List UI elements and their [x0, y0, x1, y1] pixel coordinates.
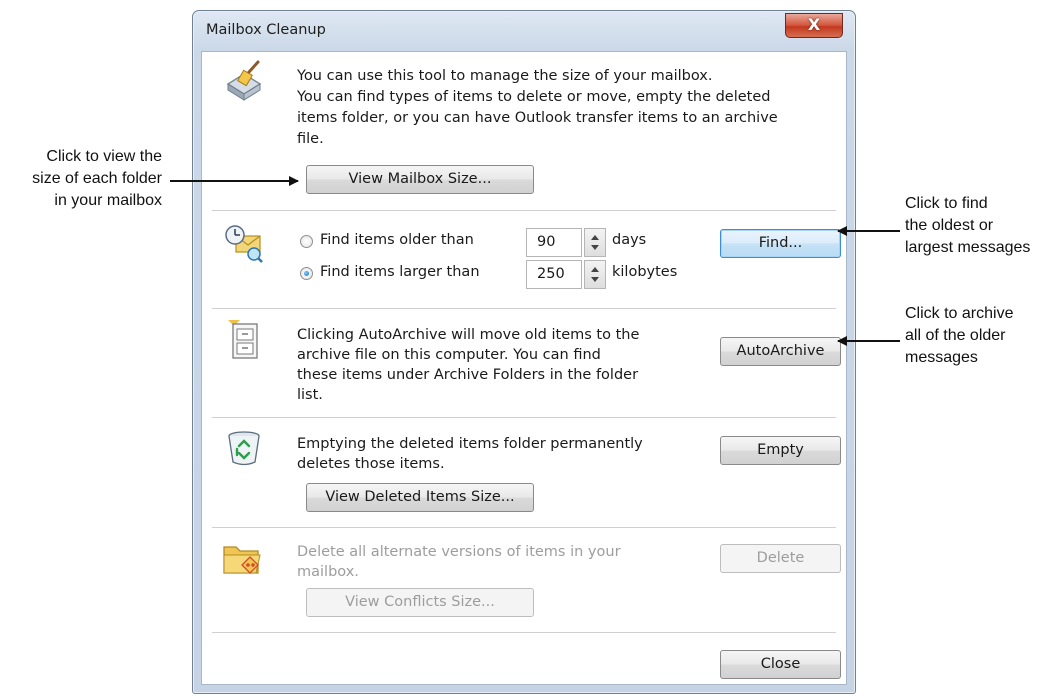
callout-line: Click to archive	[905, 305, 1014, 322]
find-clock-mail-icon	[224, 224, 264, 268]
spin-down-icon	[591, 245, 599, 250]
callout-line: Click to view the	[46, 148, 162, 165]
view-conflicts-size-button[interactable]: View Conflicts Size...	[306, 588, 534, 617]
intro-text-line2: You can find types of items to delete or…	[297, 89, 771, 105]
title-bar[interactable]: Mailbox Cleanup X	[193, 11, 855, 51]
autoarchive-button[interactable]: AutoArchive	[720, 337, 841, 366]
empty-button[interactable]: Empty	[720, 436, 841, 465]
empty-text-line2: deletes those items.	[297, 456, 445, 472]
older-unit-label: days	[612, 232, 647, 248]
callout-autoarchive: Click to archive all of the older messag…	[905, 303, 1013, 369]
autoarchive-text-line1: Clicking AutoArchive will move old items…	[297, 327, 640, 343]
larger-kb-spinner[interactable]	[584, 260, 606, 289]
section-divider	[212, 210, 836, 211]
dialog-title: Mailbox Cleanup	[206, 22, 326, 38]
view-mailbox-size-button[interactable]: View Mailbox Size...	[306, 165, 534, 194]
spin-up-icon	[591, 235, 599, 240]
autoarchive-text-line2: archive file on this computer. You can f…	[297, 347, 601, 363]
older-days-spinner[interactable]	[584, 228, 606, 257]
view-deleted-items-size-button[interactable]: View Deleted Items Size...	[306, 483, 534, 512]
conflict-folder-icon	[222, 539, 266, 583]
callout-view-mailbox-size: Click to view the size of each folder in…	[0, 146, 162, 212]
close-button[interactable]: Close	[720, 650, 841, 679]
radio-find-older[interactable]	[300, 235, 313, 248]
delete-conflicts-button[interactable]: Delete	[720, 544, 841, 573]
callout-line: the oldest or	[905, 217, 994, 234]
spin-up-icon	[591, 267, 599, 272]
callout-find: Click to find the oldest or largest mess…	[905, 193, 1030, 259]
intro-text-line4: file.	[297, 131, 324, 147]
dialog-body: You can use this tool to manage the size…	[201, 51, 847, 685]
autoarchive-text-line4: list.	[297, 387, 323, 403]
empty-text-line1: Emptying the deleted items folder perman…	[297, 436, 643, 452]
autoarchive-text-line3: these items under Archive Folders in the…	[297, 367, 639, 383]
close-window-button[interactable]: X	[785, 13, 843, 38]
section-divider	[212, 308, 836, 309]
find-button[interactable]: Find...	[720, 229, 841, 258]
conflicts-text-line1: Delete all alternate versions of items i…	[297, 544, 621, 560]
archive-cabinet-icon	[226, 318, 262, 366]
cleanup-broom-icon	[222, 60, 266, 108]
intro-text-line1: You can use this tool to manage the size…	[297, 68, 713, 84]
larger-kb-input[interactable]: 250	[526, 260, 582, 289]
section-divider	[212, 527, 836, 528]
find-larger-label: Find items larger than	[320, 264, 480, 280]
find-older-label: Find items older than	[320, 232, 474, 248]
mailbox-cleanup-dialog: Mailbox Cleanup X You can use this tool …	[192, 10, 856, 694]
callout-line: all of the older	[905, 327, 1006, 344]
intro-text-line3: items folder, or you can have Outlook tr…	[297, 110, 778, 126]
spin-down-icon	[591, 277, 599, 282]
older-days-input[interactable]: 90	[526, 228, 582, 257]
section-divider	[212, 417, 836, 418]
section-divider	[212, 632, 836, 633]
callout-line: messages	[905, 349, 978, 366]
callout-line: Click to find	[905, 195, 988, 212]
callout-line: size of each folder	[32, 170, 162, 187]
radio-find-larger[interactable]	[300, 267, 313, 280]
recycle-bin-icon	[224, 428, 264, 472]
callout-line: largest messages	[905, 239, 1031, 256]
callout-line: in your mailbox	[54, 192, 162, 209]
conflicts-text-line2: mailbox.	[297, 564, 359, 580]
larger-unit-label: kilobytes	[612, 264, 678, 280]
